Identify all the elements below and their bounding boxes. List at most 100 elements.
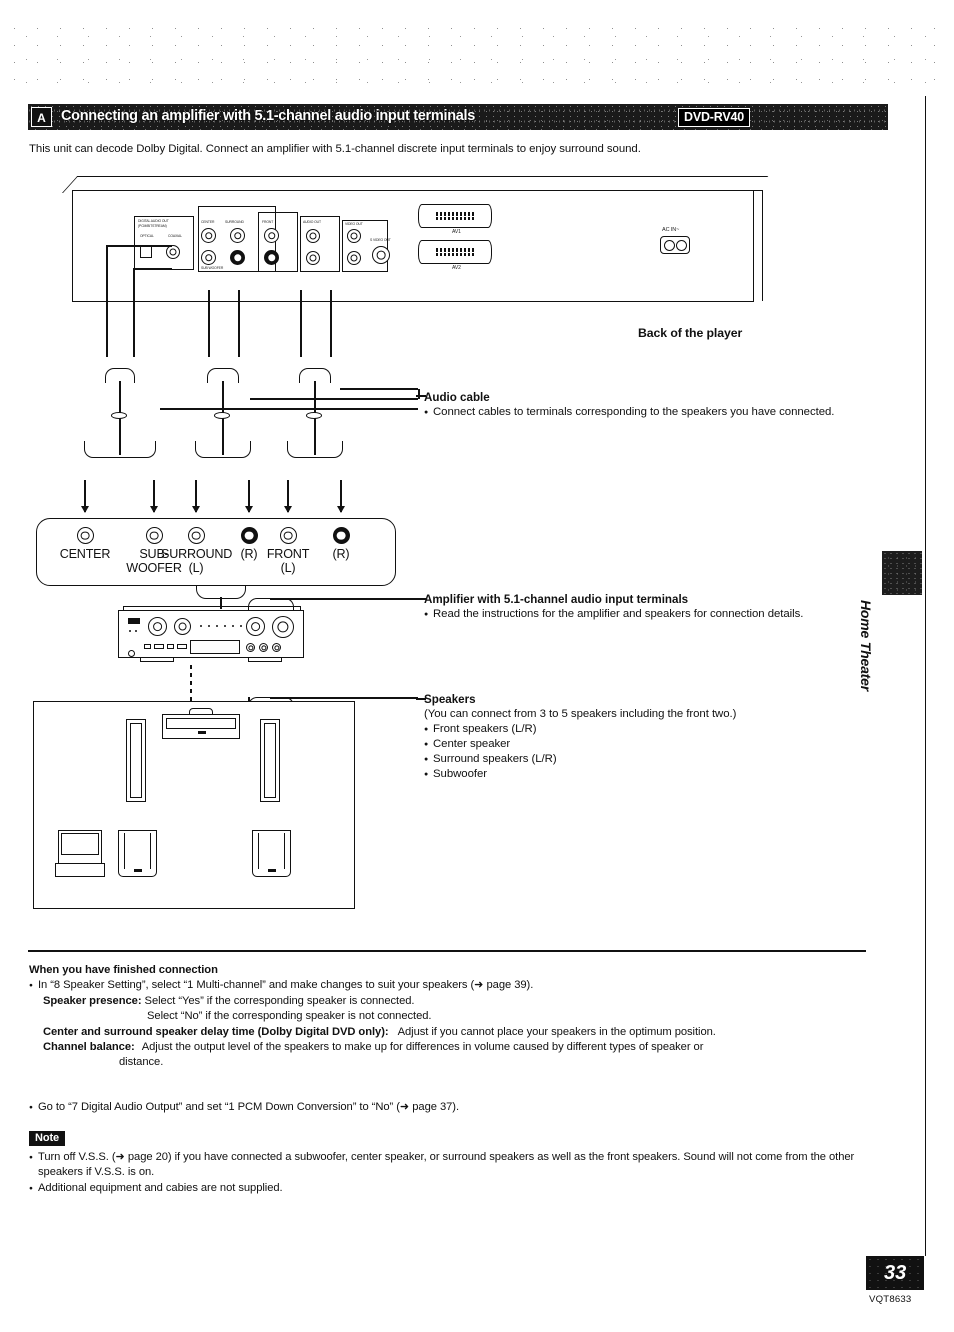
audio-out-l-jack — [306, 229, 320, 243]
center-speaker-top-nub — [189, 708, 213, 715]
amplifier-button — [167, 644, 174, 649]
amplifier-small-knob — [246, 643, 255, 652]
amplifier-button — [144, 644, 151, 649]
surround-speaker-left — [118, 830, 157, 877]
video-out-label: VIDEO OUT — [345, 222, 363, 226]
speakers-title: Speakers — [424, 693, 476, 706]
amplifier-small-knob — [259, 643, 268, 652]
rca-plug-white-top-2 — [202, 345, 213, 367]
surround-r-out-jack — [230, 250, 245, 265]
front-r-out-jack — [264, 250, 279, 265]
section-title: Connecting an amplifier with 5.1-channel… — [61, 108, 476, 124]
surround-terminal-label: SURROUND — [225, 220, 244, 224]
speakers-leader-dash — [416, 698, 426, 700]
chapter-tab-label: Home Theater — [858, 600, 874, 691]
digital-audio-out-label: DIGITAL AUDIO OUT — [138, 219, 169, 223]
amplifier-button — [177, 644, 187, 649]
front-speaker-left — [126, 719, 146, 802]
note-item: Turn off V.S.S. (➜ page 20) if you have … — [29, 1150, 874, 1181]
front-l-out-jack — [264, 228, 279, 243]
speaker-grille — [166, 718, 236, 729]
amplifier-power-button — [128, 650, 135, 657]
scart-pin-row — [435, 212, 475, 216]
amplifier-leader-dash — [416, 598, 426, 600]
finished-connection-section: When you have finished connection In “8 … — [29, 963, 869, 1071]
amplifier-foot — [248, 658, 282, 662]
audio-cable-leader-line — [160, 408, 418, 410]
optical-jack — [140, 246, 152, 258]
speakers-bullets: Front speakers (L/R) Center speaker Surr… — [424, 722, 874, 782]
wire-center — [106, 245, 108, 357]
surround-speaker-right — [252, 830, 291, 877]
scart-pin-row — [435, 252, 475, 256]
arrow-to-subwoofer — [150, 480, 157, 513]
front-speaker-right — [260, 719, 280, 802]
terminal-jack-icon — [76, 527, 94, 544]
speaker-presence-line1: Select “Yes” if the corresponding speake… — [144, 994, 415, 1007]
amplifier-display-small — [128, 618, 140, 624]
audio-out-r-jack — [306, 251, 320, 265]
rca-plug-white-bottom-1 — [79, 454, 90, 476]
ac-inlet — [660, 236, 690, 254]
rca-plug-black-top-3 — [324, 345, 335, 367]
terminal-sublabel: (R) — [332, 547, 350, 561]
chapter-tab-block — [882, 551, 922, 595]
scart-av1-label: AV1 — [452, 229, 461, 235]
page-edge-rule — [925, 96, 927, 1256]
list-item: Center speaker — [424, 737, 874, 752]
cable-tie-1 — [111, 412, 127, 419]
channel-balance-text-2: distance. — [119, 1056, 164, 1069]
audio-out-label: AUDIO OUT — [303, 220, 321, 224]
rca-plug-black-top-1 — [128, 345, 139, 367]
amplifier-knob-main — [272, 616, 294, 638]
rca-plug-black-bottom-3 — [335, 454, 346, 476]
rca-plug-black-bottom-1 — [148, 454, 159, 476]
scart-av2-connector — [418, 240, 492, 264]
arrow-to-center — [81, 480, 88, 513]
subwoofer-terminal-label: SUB WOOFER — [201, 266, 224, 270]
digital-audio-out-sublabel: (PCM/BITSTREAM) — [138, 224, 167, 228]
terminal-jack-icon — [187, 527, 205, 544]
model-badge: DVD-RV40 — [678, 108, 750, 127]
speaker-badge — [268, 869, 276, 872]
speaker-presence-line2: Select “No” if the corresponding speaker… — [147, 1010, 432, 1023]
list-item: Read the instructions for the amplifier … — [424, 607, 874, 622]
amplifier-foot — [140, 658, 174, 662]
scart-av1-connector — [418, 204, 492, 228]
audio-cable-leader-dash — [416, 395, 426, 397]
terminal-label: CENTER — [59, 547, 111, 561]
amplifier-button — [154, 644, 164, 649]
arrow-to-front-l — [284, 480, 291, 513]
section-divider — [28, 950, 866, 952]
terminal-sublabel: (L) — [280, 561, 296, 575]
subwoofer-grille — [61, 833, 99, 855]
terminal-jack-icon — [145, 527, 163, 544]
note-item: Additional equipment and cabies are not … — [29, 1181, 874, 1197]
rca-plug-white-bottom-3 — [282, 454, 293, 476]
speaker-badge — [198, 731, 206, 734]
arrow-to-surround-l — [192, 480, 199, 513]
back-of-player-label: Back of the player — [638, 326, 743, 340]
delay-time-label: Center and surround speaker delay time (… — [43, 1025, 389, 1038]
audio-cable-leader-line-3 — [340, 388, 418, 390]
section-letter-badge: A — [31, 107, 52, 127]
amplifier-annotation: Amplifier with 5.1-channel audio input t… — [424, 592, 874, 622]
delay-time-row: Center and surround speaker delay time (… — [29, 1025, 869, 1040]
video-out-jack-2 — [347, 251, 361, 265]
amp-to-room-link — [190, 665, 192, 701]
audio-out-block — [300, 216, 340, 272]
amplifier-knob-selector — [174, 618, 191, 635]
terminal-jack-icon — [332, 527, 350, 544]
scart-pin-row — [435, 248, 475, 252]
rca-plug-white-bottom-2 — [190, 454, 201, 476]
scan-noise-top — [0, 18, 954, 88]
amplifier-display — [190, 640, 240, 654]
center-terminal-label: CENTER — [201, 220, 215, 224]
speakers-note: (You can connect from 3 to 5 speakers in… — [424, 708, 737, 720]
cable-bend-1b — [84, 441, 156, 458]
panel-right-face — [752, 190, 763, 301]
amplifier-illustration — [118, 606, 304, 664]
list-item: Front speakers (L/R) — [424, 722, 874, 737]
delay-time-text: Adjust if you cannot place your speakers… — [397, 1025, 716, 1038]
tower-grille — [130, 723, 142, 798]
